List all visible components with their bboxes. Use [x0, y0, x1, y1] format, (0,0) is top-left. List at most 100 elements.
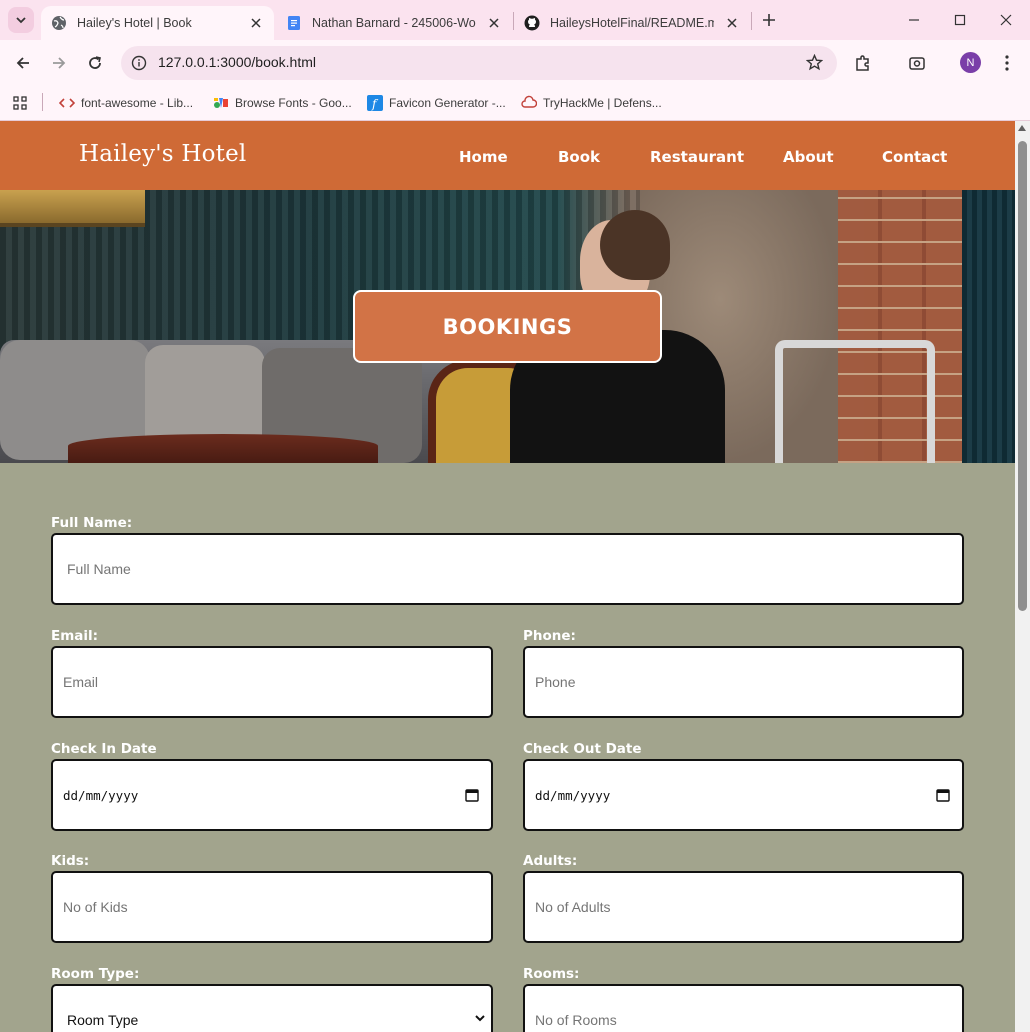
profile-avatar[interactable]: N	[960, 52, 981, 73]
minimize-icon	[909, 19, 919, 21]
email-label: Email:	[51, 628, 99, 644]
arrow-left-icon	[16, 57, 29, 69]
scroll-up-arrow-icon[interactable]	[1018, 125, 1026, 131]
calendar-icon[interactable]	[936, 788, 950, 802]
screenshot-button[interactable]	[905, 51, 929, 75]
full-name-label: Full Name:	[51, 515, 133, 531]
browser-chrome: Hailey's Hotel | Book Nathan Barnard - 2…	[0, 0, 1030, 121]
nav-home[interactable]: Home	[459, 148, 508, 166]
tab-docs[interactable]: Nathan Barnard - 245006-Work	[276, 6, 512, 40]
google-fonts-icon	[213, 95, 229, 111]
check-in-date-input[interactable]: dd/mm/yyyy	[51, 759, 493, 831]
check-in-label: Check In Date	[51, 741, 157, 757]
maximize-button[interactable]	[948, 8, 972, 32]
address-bar[interactable]: 127.0.0.1:3000/book.html	[121, 46, 837, 80]
adults-placeholder: No of Adults	[535, 899, 611, 915]
tab-search-button[interactable]	[8, 7, 34, 33]
url-text[interactable]: 127.0.0.1:3000/book.html	[158, 54, 316, 70]
reload-icon	[89, 56, 101, 69]
phone-label: Phone:	[523, 628, 576, 644]
bookmark-google-fonts[interactable]: Browse Fonts - Goo...	[213, 92, 352, 114]
more-vertical-icon	[1005, 55, 1009, 71]
rooms-input[interactable]: No of Rooms	[523, 984, 964, 1032]
booking-form: Full Name: Full Name Email: Email Phone:…	[0, 463, 1015, 1032]
site-header: Hailey's Hotel Home Book Restaurant Abou…	[0, 121, 1015, 190]
hero-picture-frame	[0, 190, 145, 227]
chevron-down-icon	[16, 17, 26, 24]
adults-label: Adults:	[523, 853, 578, 869]
extensions-button[interactable]	[851, 51, 875, 75]
forward-button[interactable]	[47, 51, 71, 75]
bookmark-separator	[42, 93, 43, 111]
room-type-select[interactable]: Room Type	[51, 984, 493, 1032]
apps-button[interactable]	[12, 92, 28, 114]
page-viewport: Hailey's Hotel Home Book Restaurant Abou…	[0, 121, 1015, 1032]
bookmark-favicon-generator[interactable]: f Favicon Generator -...	[367, 92, 506, 114]
check-out-date-input[interactable]: dd/mm/yyyy	[523, 759, 964, 831]
room-type-selected: Room Type	[67, 1012, 139, 1028]
scrollbar-thumb[interactable]	[1018, 141, 1027, 611]
tab-strip: Hailey's Hotel | Book Nathan Barnard - 2…	[0, 0, 1030, 40]
new-tab-button[interactable]	[758, 9, 780, 31]
bookmark-tryhackme[interactable]: TryHackMe | Defens...	[521, 92, 662, 114]
close-tab-icon[interactable]	[246, 13, 266, 33]
google-docs-icon	[288, 16, 300, 30]
bookmark-font-awesome[interactable]: font-awesome - Lib...	[59, 92, 193, 114]
phone-placeholder: Phone	[535, 674, 576, 690]
rooms-label: Rooms:	[523, 966, 580, 982]
bookmark-label: font-awesome - Lib...	[81, 96, 194, 110]
maximize-icon	[954, 14, 966, 26]
hero-white-chair	[775, 340, 935, 463]
code-icon	[59, 95, 75, 111]
minimize-button[interactable]	[902, 8, 926, 32]
arrow-right-icon	[53, 57, 66, 69]
tab-title: Hailey's Hotel | Book	[77, 16, 192, 30]
reload-button[interactable]	[83, 51, 107, 75]
email-placeholder: Email	[63, 674, 99, 690]
room-type-label: Room Type:	[51, 966, 140, 982]
close-tab-icon[interactable]	[484, 13, 504, 33]
chevron-down-icon	[475, 1015, 485, 1022]
full-name-input[interactable]: Full Name	[51, 533, 964, 605]
nav-restaurant[interactable]: Restaurant	[650, 148, 744, 166]
apps-grid-icon	[13, 96, 27, 110]
tab-hotel-book[interactable]: Hailey's Hotel | Book	[41, 6, 274, 40]
tab-title: Nathan Barnard - 245006-Work	[312, 16, 476, 30]
check-out-date-value: dd/mm/yyyy	[535, 787, 611, 803]
bookmark-label: TryHackMe | Defens...	[543, 96, 662, 110]
nav-book[interactable]: Book	[558, 148, 600, 166]
check-out-label: Check Out Date	[523, 741, 642, 757]
calendar-icon[interactable]	[465, 788, 479, 802]
tryhackme-cloud-icon	[521, 95, 537, 111]
close-tab-icon[interactable]	[722, 13, 742, 33]
kids-placeholder: No of Kids	[63, 899, 128, 915]
puzzle-icon	[856, 55, 869, 71]
bookmark-star-icon[interactable]	[806, 54, 823, 71]
tab-github[interactable]: HaileysHotelFinal/README.md	[514, 6, 750, 40]
globe-icon	[52, 16, 66, 30]
page-title: BOOKINGS	[442, 314, 573, 339]
email-input[interactable]: Email	[51, 646, 493, 718]
kids-input[interactable]: No of Kids	[51, 871, 493, 943]
nav-contact[interactable]: Contact	[882, 148, 947, 166]
site-info-icon[interactable]	[131, 55, 147, 71]
back-button[interactable]	[11, 51, 35, 75]
plus-icon	[763, 14, 775, 26]
phone-input[interactable]: Phone	[523, 646, 964, 718]
camera-search-icon	[909, 57, 925, 70]
bookmark-label: Browse Fonts - Goo...	[235, 96, 352, 110]
check-in-date-value: dd/mm/yyyy	[63, 787, 139, 803]
hero-table	[68, 434, 378, 463]
close-window-button[interactable]	[994, 8, 1018, 32]
tab-title: HaileysHotelFinal/README.md	[550, 16, 714, 30]
browser-toolbar: 127.0.0.1:3000/book.html	[0, 40, 1030, 86]
page-scrollbar[interactable]	[1015, 121, 1030, 1032]
github-icon	[524, 15, 540, 31]
site-logo[interactable]: Hailey's Hotel	[79, 141, 246, 167]
chrome-menu-button[interactable]	[995, 51, 1019, 75]
nav-about[interactable]: About	[783, 148, 834, 166]
favicon-generator-icon: f	[367, 95, 383, 111]
full-name-placeholder: Full Name	[67, 561, 131, 577]
tab-separator	[751, 12, 752, 30]
adults-input[interactable]: No of Adults	[523, 871, 964, 943]
